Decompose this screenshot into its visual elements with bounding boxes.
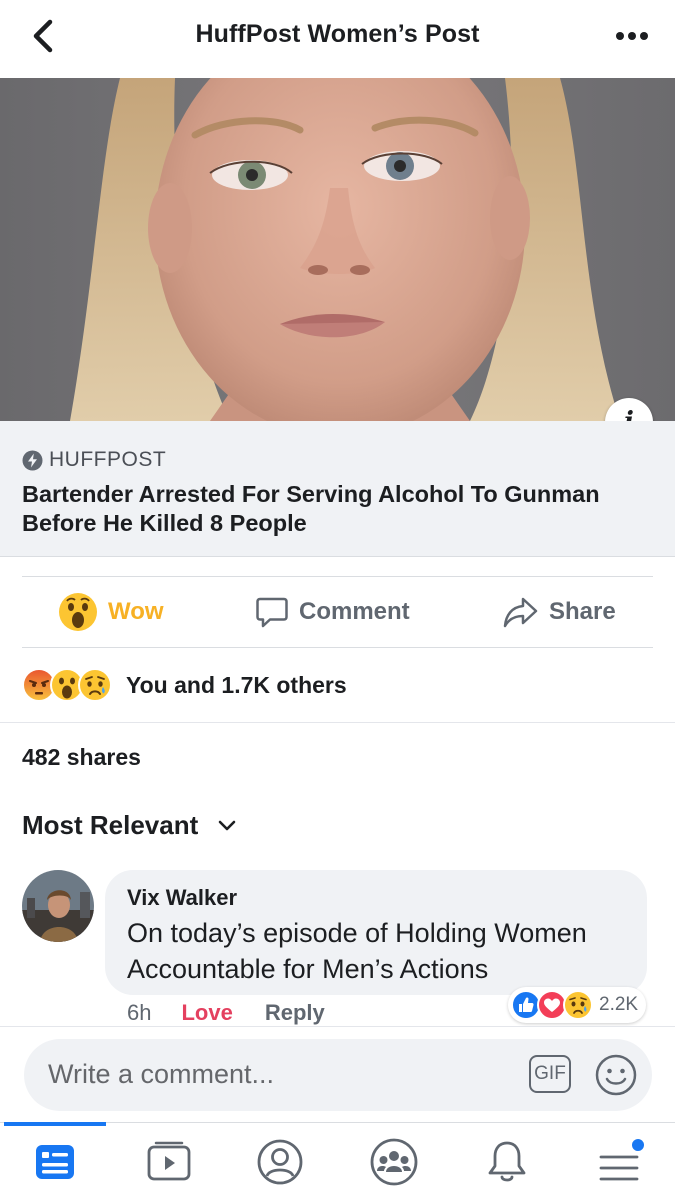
comment-composer: Write a comment... GIF [0, 1026, 675, 1122]
comment-reaction-count: 2.2K [599, 994, 639, 1015]
comment-reactions[interactable]: 2.2K [508, 987, 647, 1023]
link-headline: Bartender Arrested For Serving Alcohol T… [22, 481, 600, 536]
wow-label: Wow [108, 598, 164, 625]
watch-icon [147, 1141, 191, 1181]
avatar-photo [22, 870, 94, 942]
menu-icon [599, 1139, 644, 1181]
comment-sort-dropdown[interactable]: Most Relevant [22, 810, 236, 841]
groups-icon [370, 1138, 418, 1186]
comment-input[interactable]: Write a comment... GIF [24, 1039, 652, 1111]
reactions-summary-text: You and 1.7K others [126, 671, 347, 698]
avatar[interactable] [22, 870, 94, 942]
profile-icon [257, 1139, 303, 1185]
share-icon [503, 597, 538, 628]
link-source-name: HUFFPOST [49, 448, 167, 471]
link-source: HUFFPOST [22, 448, 166, 472]
comment-icon [256, 597, 288, 628]
shares-count[interactable]: 482 shares [22, 744, 141, 771]
comment-time: 6h [127, 1000, 152, 1025]
tab-watch[interactable] [142, 1135, 196, 1189]
emoji-icon[interactable] [594, 1053, 638, 1097]
reaction-icons [22, 668, 112, 702]
instant-article-bolt-icon [22, 450, 43, 470]
tab-menu[interactable] [592, 1135, 646, 1189]
divider [0, 722, 675, 723]
gif-button[interactable]: GIF [529, 1055, 571, 1093]
tab-groups[interactable] [367, 1135, 421, 1189]
active-tab-indicator [4, 1122, 106, 1126]
comment-author[interactable]: Vix Walker [127, 885, 237, 911]
sort-label: Most Relevant [22, 810, 199, 840]
news-feed-icon [36, 1145, 74, 1179]
tab-profile[interactable] [253, 1135, 307, 1189]
portrait-photo [0, 78, 675, 421]
tab-news-feed[interactable] [28, 1135, 82, 1189]
top-bar: HuffPost Women’s Post [0, 0, 675, 78]
comment-reply-button[interactable]: Reply [265, 1000, 325, 1026]
share-button[interactable]: Share [503, 591, 616, 633]
post-actions: Wow Comment Share [0, 577, 675, 647]
article-image[interactable] [0, 78, 675, 421]
chevron-down-icon [218, 820, 236, 830]
sad-icon [563, 990, 593, 1020]
link-preview-card[interactable]: HUFFPOST Bartender Arrested For Serving … [0, 421, 675, 557]
more-icon [616, 32, 648, 40]
divider [22, 647, 653, 648]
tab-notifications[interactable] [480, 1135, 534, 1189]
reactions-summary[interactable]: You and 1.7K others [22, 665, 347, 705]
comment-label: Comment [299, 598, 410, 625]
wow-icon [59, 593, 97, 631]
sad-icon [78, 668, 112, 702]
more-options-button[interactable] [615, 26, 649, 46]
comment-button[interactable]: Comment [255, 591, 410, 633]
notifications-icon [488, 1141, 526, 1182]
comment-text: On today’s episode of Holding Women Acco… [127, 918, 587, 984]
page-title: HuffPost Women’s Post [195, 20, 480, 48]
wow-reaction-button[interactable]: Wow [58, 591, 164, 633]
comment-input-placeholder: Write a comment... [48, 1059, 275, 1089]
comment-meta: 6h Love Reply [127, 1000, 325, 1026]
bottom-tab-bar [0, 1122, 675, 1200]
comment-love-button[interactable]: Love [181, 1000, 232, 1026]
share-label: Share [549, 598, 616, 625]
comment-bubble[interactable]: Vix Walker On today’s episode of Holding… [105, 870, 647, 995]
